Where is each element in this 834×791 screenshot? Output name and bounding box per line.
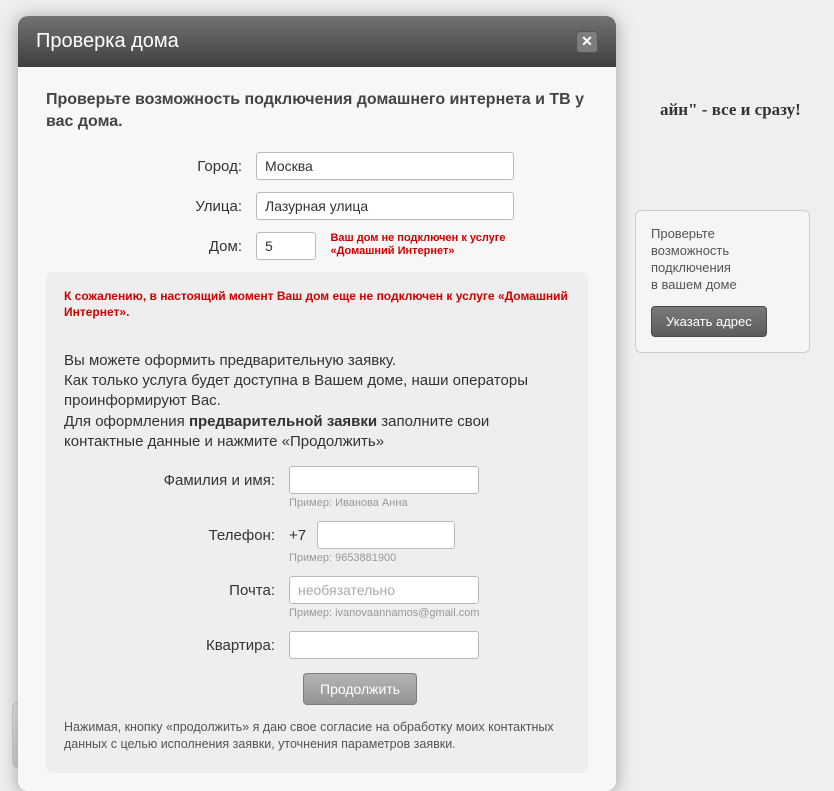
email-label: Почта: [64,576,289,599]
close-icon[interactable]: ✕ [576,31,598,53]
phone-hint: Пример: 9653881900 [289,552,570,564]
specify-address-button[interactable]: Указать адрес [651,306,767,337]
check-address-panel: Проверьте возможность подключения в ваше… [635,210,810,353]
phone-prefix: +7 [289,527,306,544]
email-hint: Пример: ivanovaannamos@gmail.com [289,607,570,619]
unavailable-panel: К сожалению, в настоящий момент Ваш дом … [46,272,588,773]
street-label: Улица: [46,192,256,215]
street-input[interactable] [256,192,514,220]
modal-header: Проверка дома ✕ [18,16,616,67]
flat-input[interactable] [289,631,479,659]
unavailable-warning: К сожалению, в настоящий момент Ваш дом … [64,288,570,320]
phone-label: Телефон: [64,521,289,544]
continue-button[interactable]: Продолжить [303,673,417,705]
house-error-text: Ваш дом не подключен к услуге «Домашний … [330,232,530,258]
name-label: Фамилия и имя: [64,466,289,489]
address-check-modal: Проверка дома ✕ Проверьте возможность по… [18,16,616,791]
modal-title: Проверка дома [36,30,179,53]
phone-input[interactable] [317,521,455,549]
house-input[interactable] [256,232,316,260]
name-input[interactable] [289,466,479,494]
modal-intro: Проверьте возможность подключения домашн… [46,89,588,132]
email-input[interactable] [289,576,479,604]
city-label: Город: [46,152,256,175]
unavailable-info: Вы можете оформить предварительную заявк… [64,331,570,453]
flat-label: Квартира: [64,631,289,654]
bg-slogan-fragment: айн" - все и сразу! [660,100,801,120]
check-address-text: Проверьте возможность подключения в ваше… [651,226,794,294]
consent-text: Нажимая, кнопку «продолжить» я даю свое … [64,719,570,753]
name-hint: Пример: Иванова Анна [289,497,570,509]
house-label: Дом: [46,232,256,255]
city-input[interactable] [256,152,514,180]
